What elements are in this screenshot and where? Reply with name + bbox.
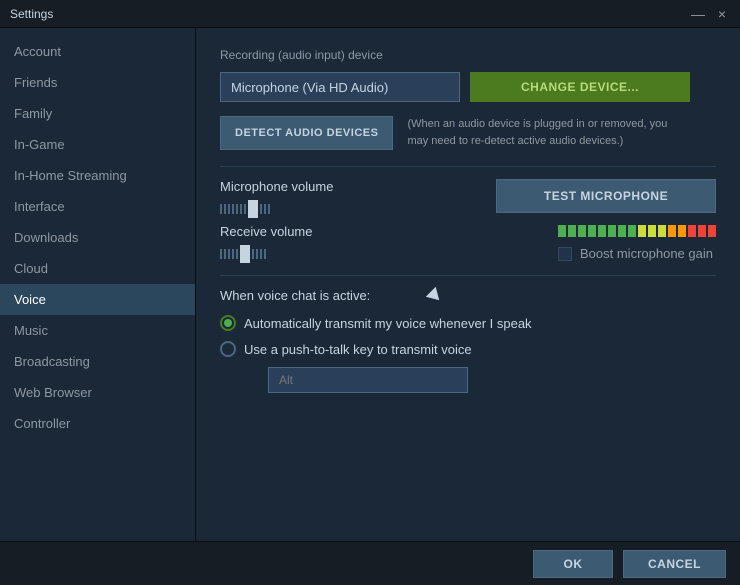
- sidebar-item-ingame[interactable]: In-Game: [0, 129, 195, 160]
- sidebar-item-family[interactable]: Family: [0, 98, 195, 129]
- sidebar-item-downloads[interactable]: Downloads: [0, 222, 195, 253]
- sidebar-item-friends[interactable]: Friends: [0, 67, 195, 98]
- radio-auto-inner: [224, 319, 232, 327]
- change-device-button[interactable]: CHANGE DEVICE...: [470, 72, 690, 102]
- radio-auto-row: Automatically transmit my voice whenever…: [220, 315, 716, 331]
- detect-audio-button[interactable]: DETECT AUDIO DEVICES: [220, 116, 393, 150]
- detect-note: (When an audio device is plugged in or r…: [407, 116, 677, 149]
- receive-volume-label: Receive volume: [220, 224, 544, 239]
- mic-volume-label: Microphone volume: [220, 179, 482, 194]
- voice-active-label: When voice chat is active:: [220, 288, 716, 303]
- device-input[interactable]: [220, 72, 460, 102]
- radio-auto-btn[interactable]: [220, 315, 236, 331]
- sidebar-item-inhomestreaming[interactable]: In-Home Streaming: [0, 160, 195, 191]
- receive-volume-slider[interactable]: [220, 245, 544, 263]
- receive-volume-slider-section: Receive volume: [220, 224, 544, 263]
- sidebar-item-broadcasting[interactable]: Broadcasting: [0, 346, 195, 377]
- content-area: Recording (audio input) device CHANGE DE…: [196, 28, 740, 585]
- recording-label: Recording (audio input) device: [220, 48, 716, 62]
- sidebar-item-music[interactable]: Music: [0, 315, 195, 346]
- boost-row: Boost microphone gain: [558, 246, 716, 261]
- volume-meter: [558, 224, 716, 238]
- minimize-btn[interactable]: —: [690, 6, 706, 22]
- microphone-volume-section: Microphone volume: [220, 179, 482, 218]
- ok-button[interactable]: OK: [533, 550, 613, 578]
- boost-checkbox[interactable]: [558, 247, 572, 261]
- radio-auto-label: Automatically transmit my voice whenever…: [244, 316, 532, 331]
- sidebar-item-interface[interactable]: Interface: [0, 191, 195, 222]
- cancel-button[interactable]: CANCEL: [623, 550, 726, 578]
- ptt-key-row: [244, 367, 716, 393]
- boost-label: Boost microphone gain: [580, 246, 713, 261]
- close-btn[interactable]: ×: [714, 6, 730, 22]
- sidebar-item-voice[interactable]: Voice: [0, 284, 195, 315]
- sidebar-item-cloud[interactable]: Cloud: [0, 253, 195, 284]
- divider-1: [220, 166, 716, 167]
- sidebar-item-controller[interactable]: Controller: [0, 408, 195, 439]
- receive-volume-section: Receive volume: [220, 224, 716, 263]
- main-layout: Account Friends Family In-Game In-Home S…: [0, 28, 740, 585]
- sidebar-item-webbrowser[interactable]: Web Browser: [0, 377, 195, 408]
- mic-volume-slider[interactable]: [220, 200, 482, 218]
- radio-ptt-row: Use a push-to-talk key to transmit voice: [220, 341, 716, 357]
- meter-boost-section: Boost microphone gain: [558, 224, 716, 261]
- titlebar-title: Settings: [10, 7, 53, 21]
- sidebar: Account Friends Family In-Game In-Home S…: [0, 28, 196, 585]
- ptt-key-input[interactable]: [268, 367, 468, 393]
- divider-2: [220, 275, 716, 276]
- device-row: CHANGE DEVICE...: [220, 72, 716, 102]
- detect-row: DETECT AUDIO DEVICES (When an audio devi…: [220, 116, 716, 150]
- bottom-bar: OK CANCEL: [0, 541, 740, 585]
- radio-ptt-btn[interactable]: [220, 341, 236, 357]
- titlebar: Settings — ×: [0, 0, 740, 28]
- titlebar-controls: — ×: [690, 6, 730, 22]
- test-microphone-button[interactable]: TEST MICROPHONE: [496, 179, 716, 213]
- sidebar-item-account[interactable]: Account: [0, 36, 195, 67]
- test-section: TEST MICROPHONE: [496, 179, 716, 213]
- radio-ptt-label: Use a push-to-talk key to transmit voice: [244, 342, 472, 357]
